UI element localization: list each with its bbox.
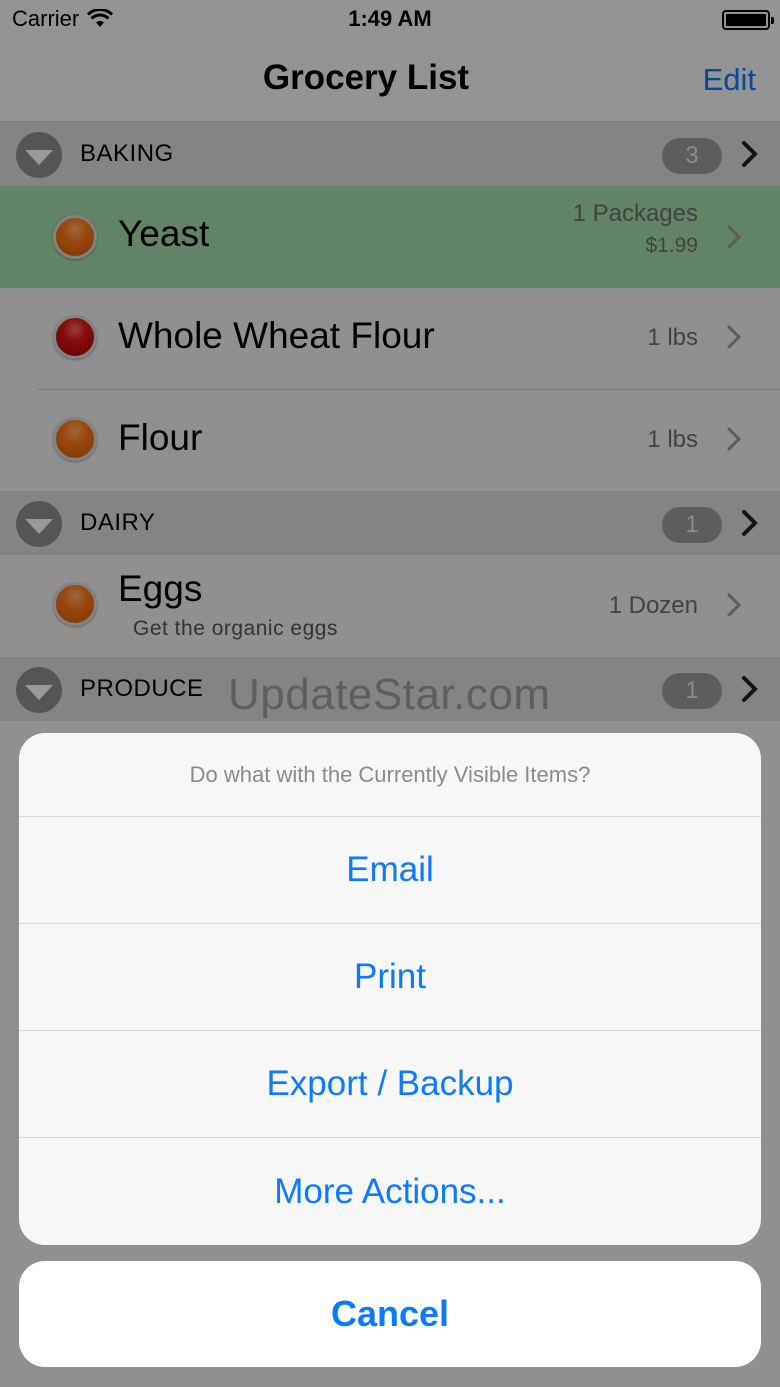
more-actions-button[interactable]: More Actions... bbox=[19, 1138, 761, 1245]
action-sheet: Do what with the Currently Visible Items… bbox=[19, 733, 761, 1245]
export-backup-button[interactable]: Export / Backup bbox=[19, 1031, 761, 1138]
cancel-button[interactable]: Cancel bbox=[19, 1261, 761, 1367]
action-sheet-title: Do what with the Currently Visible Items… bbox=[19, 733, 761, 817]
watermark-text: UpdateStar.com bbox=[228, 670, 551, 719]
email-button[interactable]: Email bbox=[19, 817, 761, 924]
print-button[interactable]: Print bbox=[19, 924, 761, 1031]
